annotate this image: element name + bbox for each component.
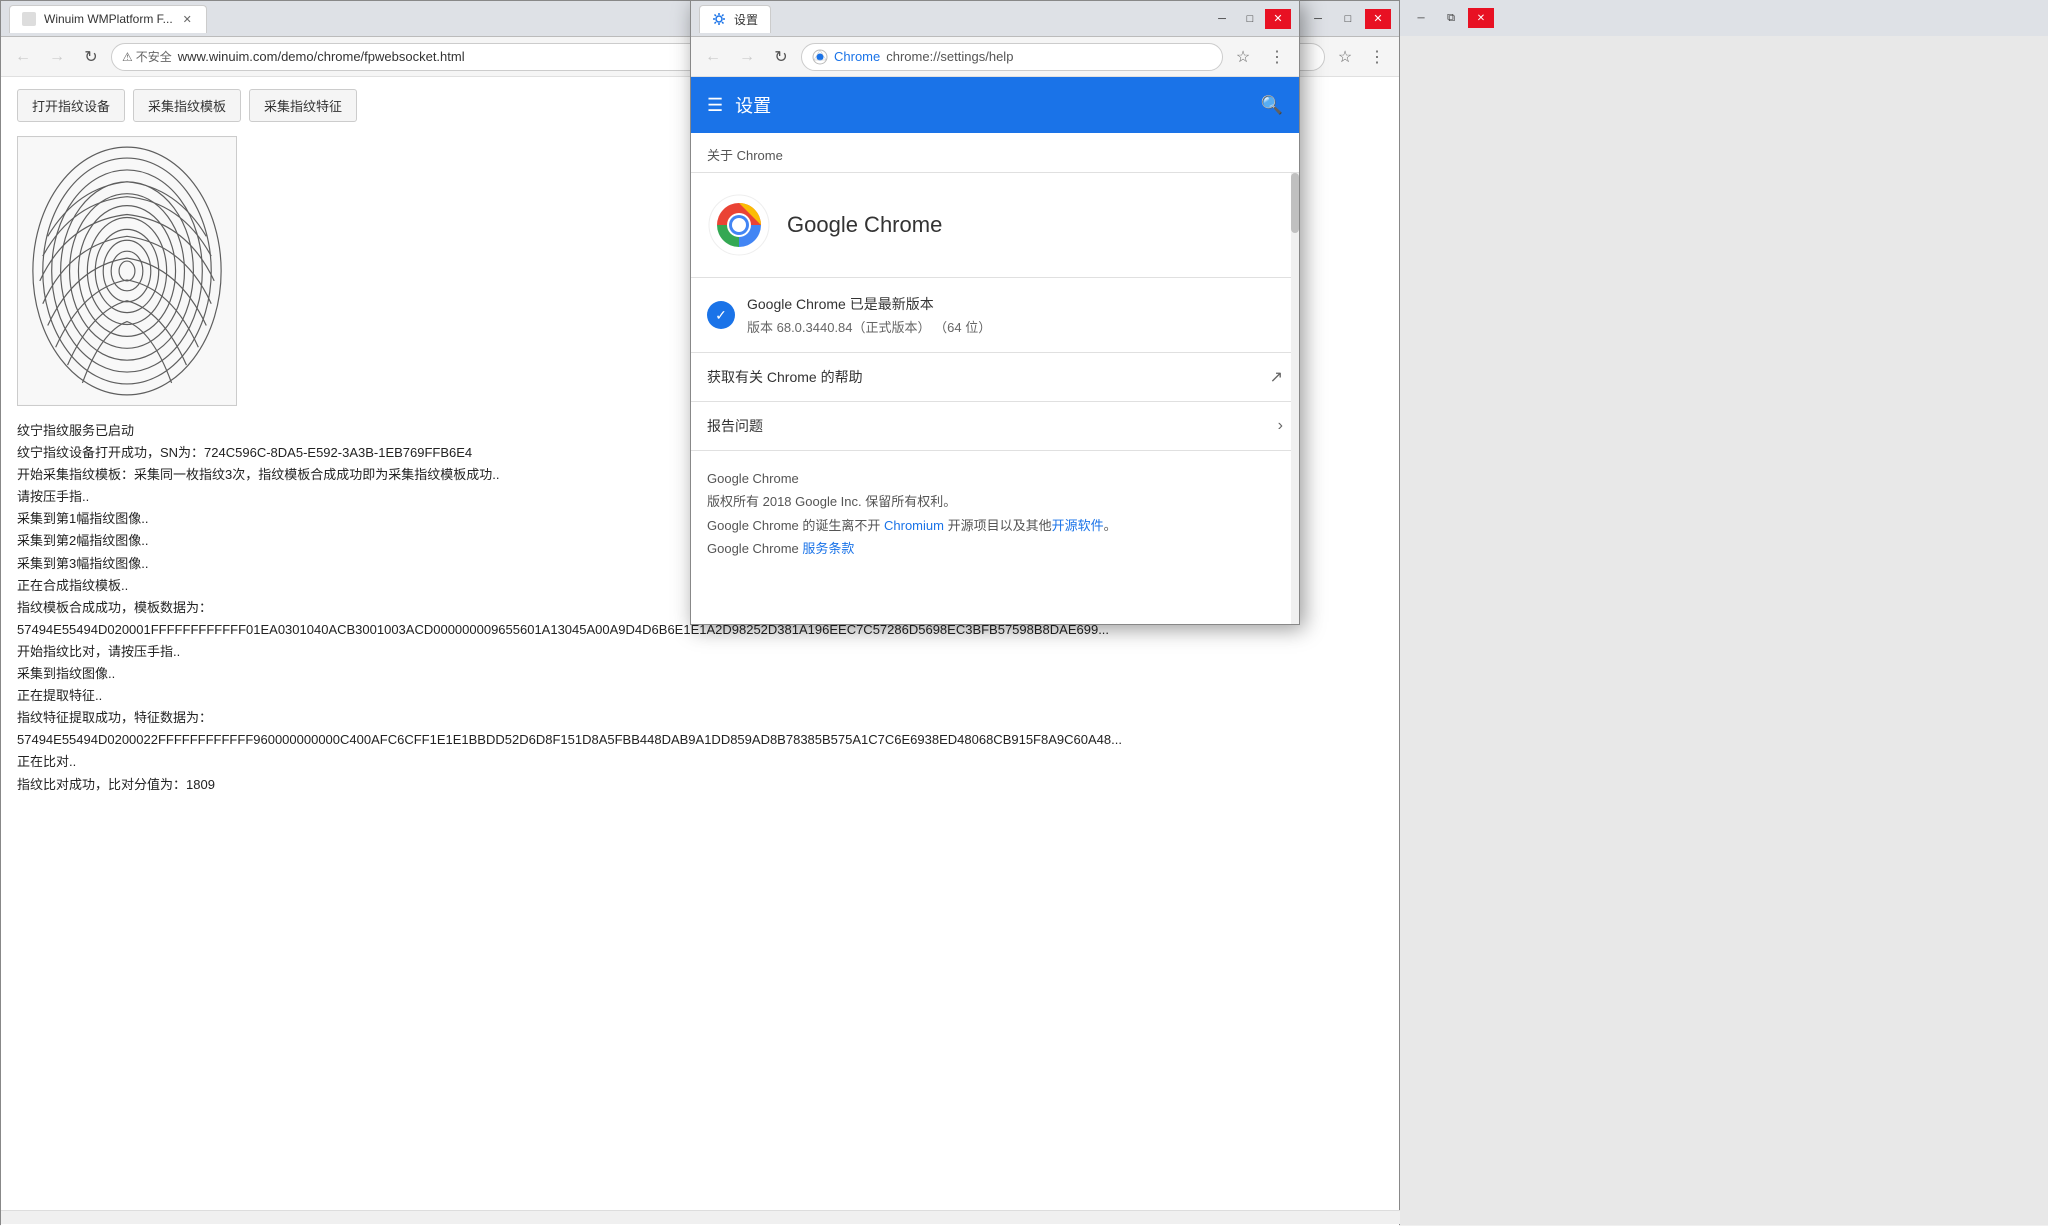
main-window-controls: ─ □ ✕ <box>1305 9 1391 29</box>
arrow-right-icon: › <box>1278 417 1283 435</box>
bottom-scrollbar[interactable] <box>1 1210 1401 1224</box>
get-help-label: 获取有关 Chrome 的帮助 <box>707 367 863 387</box>
update-main-text: Google Chrome 已是最新版本 <box>747 294 991 314</box>
open-source-link[interactable]: 开源软件 <box>1052 518 1104 533</box>
chrome-big-logo-icon <box>707 193 771 257</box>
log-line-10: 开始指纹比对，请按压手指.. <box>17 641 1383 663</box>
footer-line4-prefix: Google Chrome <box>707 541 802 556</box>
settings-window-controls: ─ □ ✕ <box>1209 9 1291 29</box>
bookmark-star-icon[interactable]: ☆ <box>1331 43 1359 71</box>
fingerprint-image-container <box>17 136 237 406</box>
footer-line4: Google Chrome 服务条款 <box>707 537 1283 560</box>
log-line-16: 指纹比对成功，比对分值为：1809 <box>17 774 1383 796</box>
settings-content-area: 关于 Chrome <box>691 133 1299 624</box>
external-link-icon: ↗ <box>1270 367 1283 387</box>
settings-reload-button[interactable]: ↻ <box>767 43 795 71</box>
minimize-button[interactable]: ─ <box>1305 9 1331 29</box>
settings-forward-button[interactable]: → <box>733 43 761 71</box>
settings-search-icon[interactable]: 🔍 <box>1261 95 1283 116</box>
toolbar-right: ☆ ⋮ <box>1331 43 1391 71</box>
settings-tab-title: 设置 <box>734 11 758 28</box>
not-secure-label: 不安全 <box>136 48 172 65</box>
update-check-icon: ✓ <box>707 301 735 329</box>
log-line-14-hex: 57494E55494D0200022FFFFFFFFFFFF960000000… <box>17 729 1383 751</box>
close-button[interactable]: ✕ <box>1365 9 1391 29</box>
settings-scrollbar-track[interactable] <box>1291 173 1299 624</box>
settings-minimize-button[interactable]: ─ <box>1209 9 1235 29</box>
desktop-area: ─ ⧉ ✕ <box>1400 0 2048 1225</box>
log-line-15: 正在比对.. <box>17 751 1383 773</box>
fingerprint-image <box>18 137 236 405</box>
settings-bookmark-icon[interactable]: ☆ <box>1229 43 1257 71</box>
log-line-12: 正在提取特征.. <box>17 685 1383 707</box>
chrome-label-in-address: Chrome <box>834 49 880 64</box>
chromium-link[interactable]: Chromium <box>884 518 944 533</box>
main-browser-tab[interactable]: Winuim WMPlatform F... ✕ <box>9 5 207 33</box>
reload-button[interactable]: ↻ <box>77 43 105 71</box>
footer-line3-middle: 开源项目以及其他 <box>944 518 1052 533</box>
chrome-logo-icon <box>812 49 828 65</box>
settings-titlebar: 设置 ─ □ ✕ <box>691 1 1299 37</box>
settings-tab[interactable]: 设置 <box>699 5 771 33</box>
not-secure-indicator: ⚠ 不安全 <box>122 48 172 65</box>
url-text: www.winuim.com/demo/chrome/fpwebsocket.h… <box>178 49 465 64</box>
settings-footer: Google Chrome 版权所有 2018 Google Inc. 保留所有… <box>691 451 1299 577</box>
settings-menu-icon[interactable]: ⋮ <box>1263 43 1291 71</box>
get-help-row[interactable]: 获取有关 Chrome 的帮助 ↗ <box>691 353 1299 402</box>
about-chrome-section-title: 关于 Chrome <box>691 133 1299 173</box>
settings-close-button[interactable]: ✕ <box>1265 9 1291 29</box>
settings-scrollbar-thumb[interactable] <box>1291 173 1299 233</box>
update-text-block: Google Chrome 已是最新版本 版本 68.0.3440.84（正式版… <box>747 294 991 336</box>
settings-toolbar: ← → ↻ Chrome chrome://settings/help ☆ ⋮ <box>691 37 1299 77</box>
update-version-text: 版本 68.0.3440.84（正式版本） （64 位） <box>747 317 991 336</box>
back-button[interactable]: ← <box>9 43 37 71</box>
hamburger-menu-icon[interactable]: ☰ <box>707 95 723 116</box>
settings-url-text: chrome://settings/help <box>886 49 1013 64</box>
tab-close-button[interactable]: ✕ <box>181 11 194 28</box>
terms-of-service-link[interactable]: 服务条款 <box>802 541 854 556</box>
lock-icon: ⚠ <box>122 50 133 64</box>
chrome-menu-icon[interactable]: ⋮ <box>1363 43 1391 71</box>
footer-line1: Google Chrome <box>707 467 1283 490</box>
settings-window: 设置 ─ □ ✕ ← → ↻ Chrome chrome://settings/… <box>690 0 1300 625</box>
desktop-minimize-button[interactable]: ─ <box>1408 8 1434 28</box>
tab-title: Winuim WMPlatform F... <box>44 12 173 26</box>
collect-fingerprint-template-button[interactable]: 采集指纹模板 <box>133 89 241 122</box>
log-line-13: 指纹特征提取成功，特征数据为： <box>17 707 1383 729</box>
checkmark-icon: ✓ <box>715 307 727 324</box>
footer-line3-suffix: 。 <box>1104 518 1117 533</box>
restore-button[interactable]: □ <box>1335 9 1361 29</box>
footer-line3: Google Chrome 的诞生离不开 Chromium 开源项目以及其他开源… <box>707 514 1283 537</box>
collect-fingerprint-features-button[interactable]: 采集指纹特征 <box>249 89 357 122</box>
report-issue-label: 报告问题 <box>707 416 763 436</box>
settings-restore-button[interactable]: □ <box>1237 9 1263 29</box>
desktop-close-button[interactable]: ✕ <box>1468 8 1494 28</box>
google-chrome-title: Google Chrome <box>787 212 942 238</box>
report-issue-row[interactable]: 报告问题 › <box>691 402 1299 451</box>
desktop-titlebar-area: ─ ⧉ ✕ <box>1400 0 2048 36</box>
chrome-info-card: Google Chrome <box>691 173 1299 278</box>
settings-page-header: ☰ 设置 🔍 <box>691 77 1299 133</box>
tab-favicon <box>22 12 36 26</box>
settings-gear-icon <box>712 12 726 26</box>
forward-button[interactable]: → <box>43 43 71 71</box>
footer-line2: 版权所有 2018 Google Inc. 保留所有权利。 <box>707 490 1283 513</box>
settings-address-bar[interactable]: Chrome chrome://settings/help <box>801 43 1223 71</box>
desktop-restore-button[interactable]: ⧉ <box>1438 8 1464 28</box>
log-line-11: 采集到指纹图像.. <box>17 663 1383 685</box>
settings-back-button[interactable]: ← <box>699 43 727 71</box>
settings-page-title: 设置 <box>735 92 771 118</box>
open-fingerprint-device-button[interactable]: 打开指纹设备 <box>17 89 125 122</box>
update-status-row: ✓ Google Chrome 已是最新版本 版本 68.0.3440.84（正… <box>691 278 1299 353</box>
footer-line3-prefix: Google Chrome 的诞生离不开 <box>707 518 884 533</box>
